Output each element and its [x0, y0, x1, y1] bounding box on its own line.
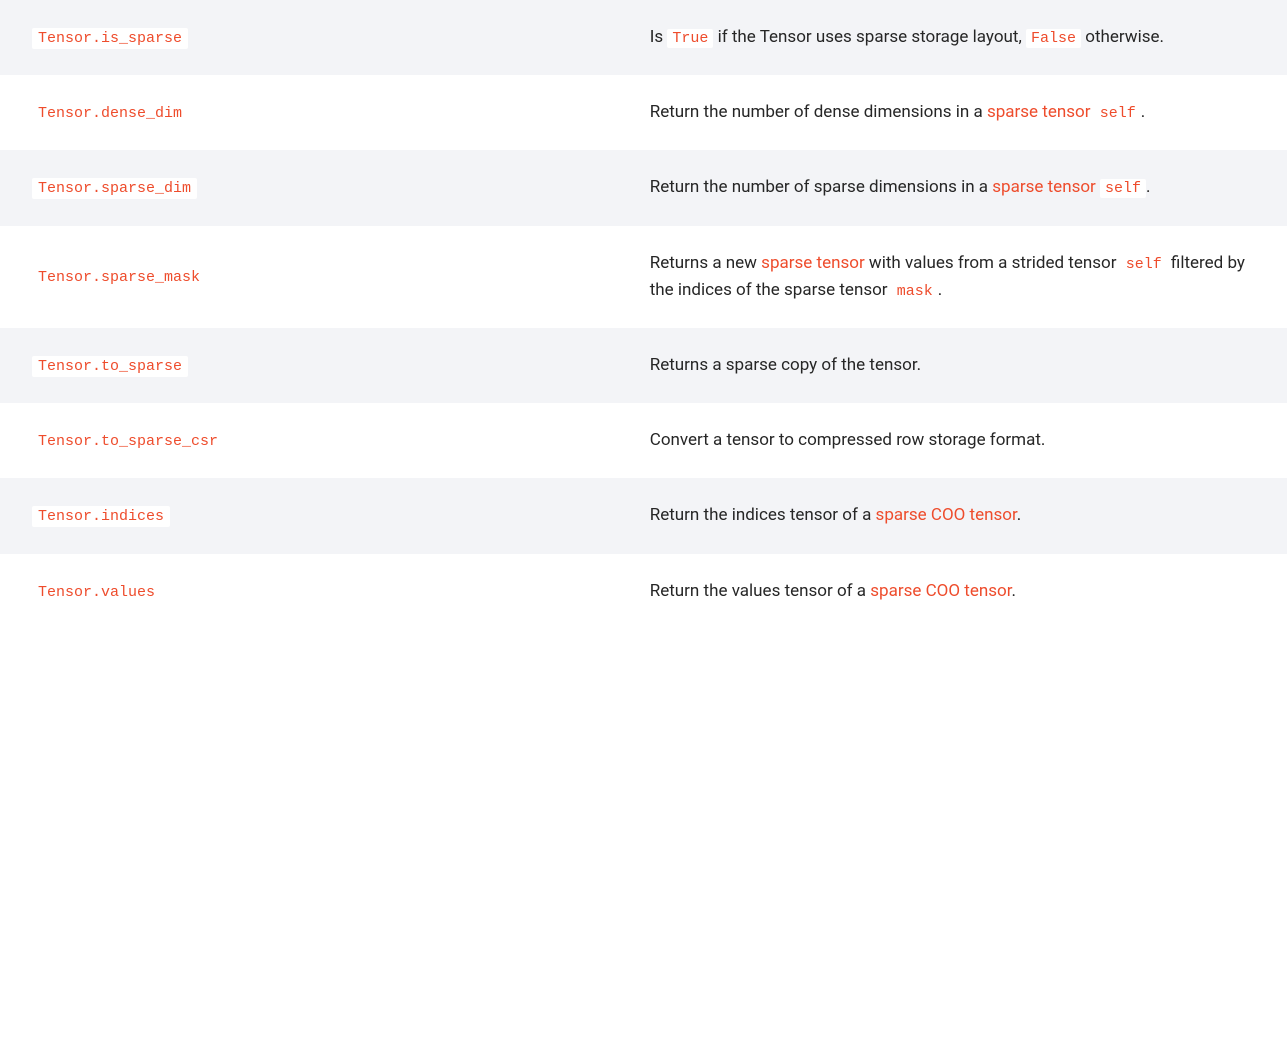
doc-link[interactable]: sparse tensor: [987, 102, 1091, 122]
table-row: Tensor.dense_dim Return the number of den…: [0, 75, 1287, 150]
api-description-cell: Return the number of dense dimensions in…: [618, 75, 1287, 150]
description-text: Return the values tensor of a: [650, 581, 871, 601]
api-name-link[interactable]: Tensor.values: [32, 582, 161, 603]
description-text: Returns a new: [650, 253, 761, 273]
api-name-cell: Tensor.sparse_dim: [0, 150, 618, 225]
api-name-cell: Tensor.is_sparse: [0, 0, 618, 75]
api-name-cell: Tensor.sparse_mask: [0, 226, 618, 328]
description-text: .: [1011, 581, 1015, 601]
table-row: Tensor.indices Return the indices tensor …: [0, 478, 1287, 553]
inline-code: self: [1121, 255, 1167, 274]
doc-link[interactable]: sparse COO tensor: [870, 581, 1011, 601]
api-description-cell: Is True if the Tensor uses sparse storag…: [618, 0, 1287, 75]
api-name-link[interactable]: Tensor.to_sparse_csr: [32, 431, 224, 452]
api-name-link[interactable]: Tensor.indices: [32, 506, 170, 527]
description-text: otherwise.: [1081, 27, 1164, 47]
api-name-cell: Tensor.values: [0, 554, 618, 629]
api-name-link[interactable]: Tensor.sparse_mask: [32, 267, 206, 288]
description-text: Return the indices tensor of a: [650, 505, 876, 525]
doc-link[interactable]: sparse tensor: [992, 177, 1096, 197]
table-row: Tensor.sparse_mask Returns a new sparse t…: [0, 226, 1287, 328]
inline-code: True: [667, 29, 713, 48]
inline-code: self: [1095, 104, 1141, 123]
doc-link[interactable]: sparse tensor: [761, 253, 865, 273]
description-text: Return the number of dense dimensions in…: [650, 102, 987, 122]
inline-code: self: [1100, 179, 1146, 198]
description-text: .: [938, 280, 942, 300]
api-name-link[interactable]: Tensor.sparse_dim: [32, 178, 197, 199]
description-text: .: [1141, 102, 1145, 122]
doc-link[interactable]: sparse COO tensor: [876, 505, 1017, 525]
api-description-cell: Return the values tensor of a sparse COO…: [618, 554, 1287, 629]
description-text: if the Tensor uses sparse storage layout…: [713, 27, 1026, 47]
inline-code: False: [1026, 29, 1081, 48]
description-text: .: [1017, 505, 1021, 525]
description-text: Return the number of sparse dimensions i…: [650, 177, 993, 197]
api-name-cell: Tensor.to_sparse: [0, 328, 618, 403]
description-text: Returns a sparse copy of the tensor.: [650, 355, 921, 375]
table-row: Tensor.to_sparse Returns a sparse copy of…: [0, 328, 1287, 403]
table-row: Tensor.sparse_dim Return the number of sp…: [0, 150, 1287, 225]
api-description-cell: Returns a new sparse tensor with values …: [618, 226, 1287, 328]
api-reference-table: Tensor.is_sparse Is True if the Tensor us…: [0, 0, 1287, 629]
api-name-cell: Tensor.dense_dim: [0, 75, 618, 150]
api-name-cell: Tensor.to_sparse_csr: [0, 403, 618, 478]
table-row: Tensor.is_sparse Is True if the Tensor us…: [0, 0, 1287, 75]
inline-code: mask: [892, 282, 938, 301]
description-text: with values from a strided tensor: [865, 253, 1121, 273]
api-description-cell: Convert a tensor to compressed row stora…: [618, 403, 1287, 478]
api-description-cell: Return the number of sparse dimensions i…: [618, 150, 1287, 225]
description-text: .: [1146, 177, 1150, 197]
api-name-link[interactable]: Tensor.to_sparse: [32, 356, 188, 377]
api-name-cell: Tensor.indices: [0, 478, 618, 553]
api-description-cell: Returns a sparse copy of the tensor.: [618, 328, 1287, 403]
description-text: Convert a tensor to compressed row stora…: [650, 430, 1046, 450]
table-row: Tensor.to_sparse_csr Convert a tensor to …: [0, 403, 1287, 478]
api-description-cell: Return the indices tensor of a sparse CO…: [618, 478, 1287, 553]
description-text: Is: [650, 27, 668, 47]
api-name-link[interactable]: Tensor.dense_dim: [32, 103, 188, 124]
table-row: Tensor.values Return the values tensor of…: [0, 554, 1287, 629]
api-name-link[interactable]: Tensor.is_sparse: [32, 28, 188, 49]
